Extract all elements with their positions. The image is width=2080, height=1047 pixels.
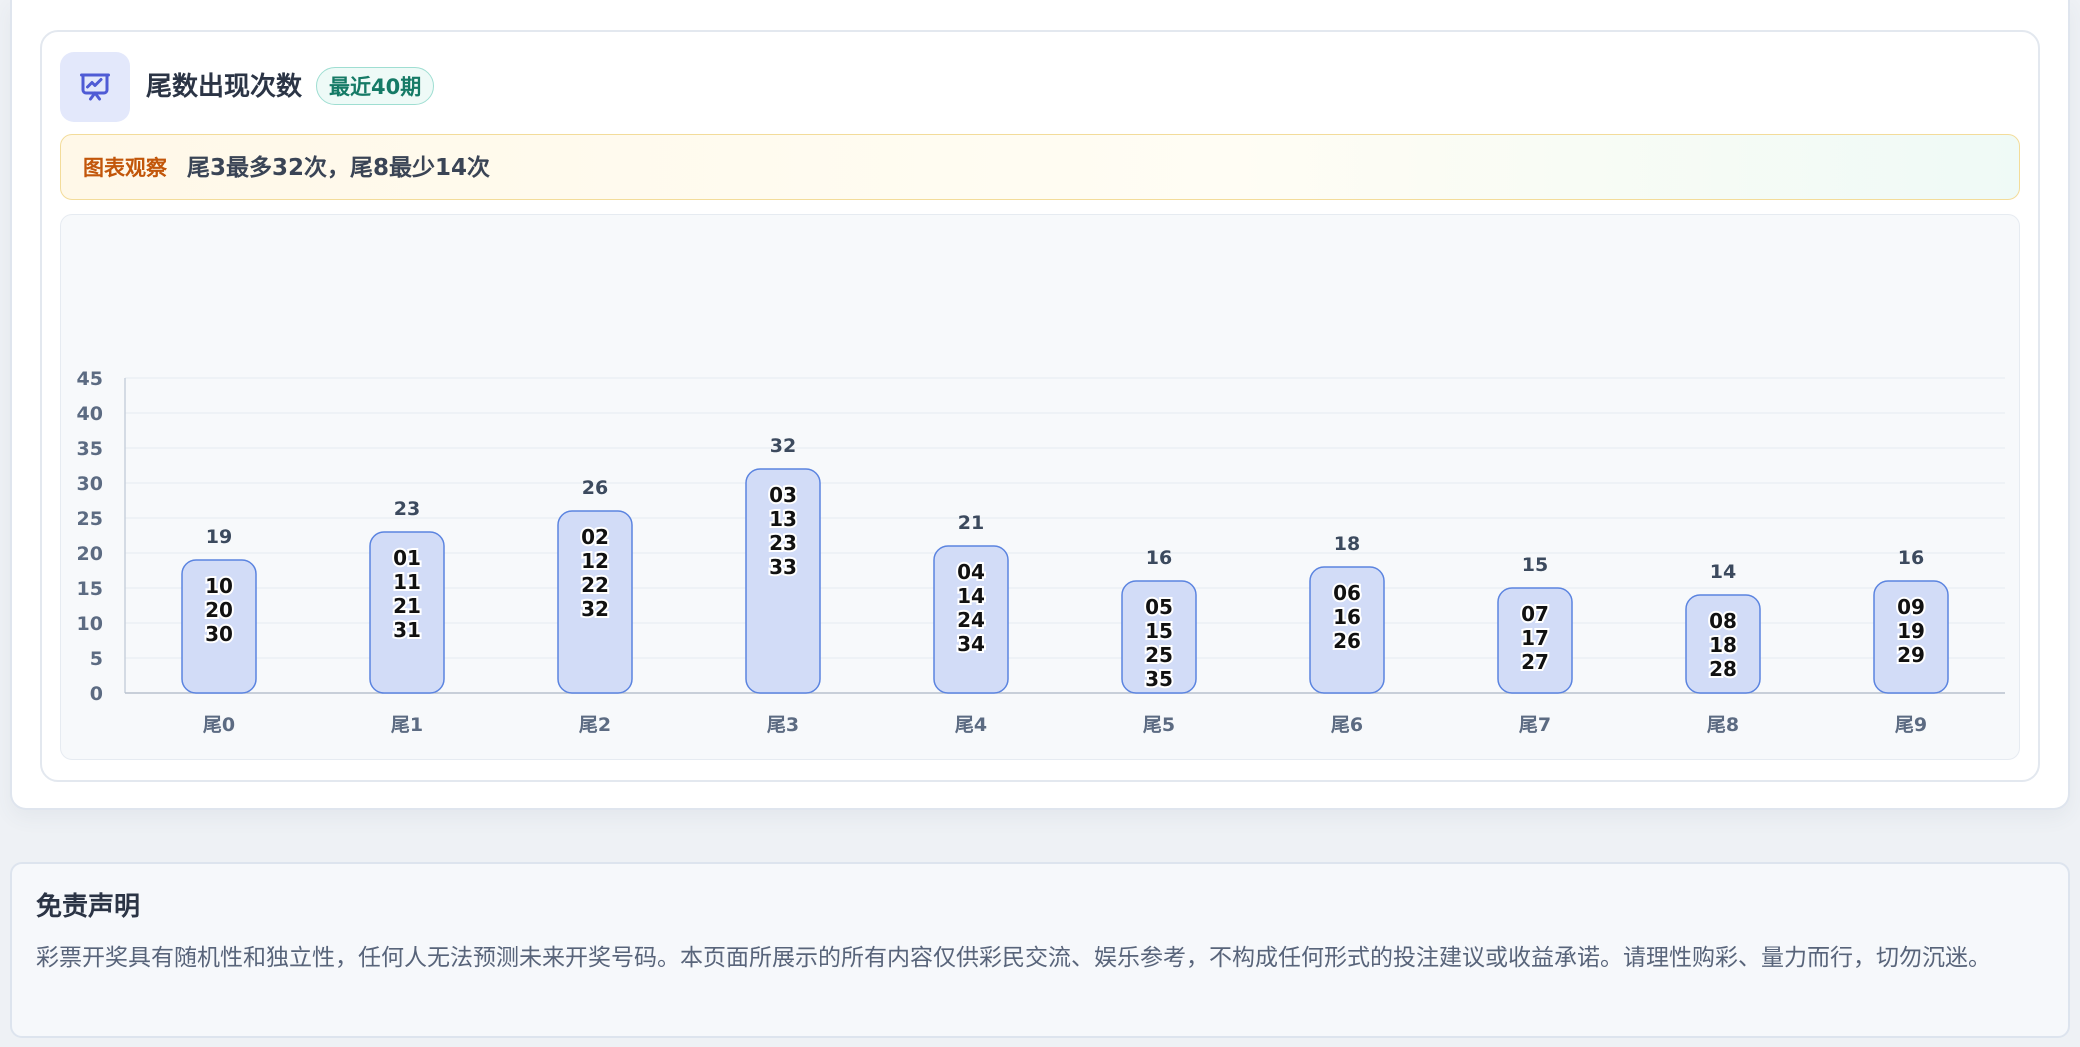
- x-tick-label: 尾0: [203, 714, 235, 736]
- y-tick-label: 15: [77, 578, 103, 600]
- bar-number-label: 24: [957, 608, 985, 632]
- chart-presentation-icon: [60, 52, 130, 122]
- bar-number-label: 23: [769, 531, 797, 555]
- bar-value-label: 14: [1710, 561, 1736, 583]
- bar-number-label: 16: [1333, 605, 1361, 629]
- bar-number-label: 07: [1521, 602, 1549, 626]
- bar-value-label: 26: [582, 477, 608, 499]
- bar-number-label: 32: [581, 597, 609, 621]
- bar-value-label: 15: [1522, 554, 1548, 576]
- x-tick-label: 尾2: [579, 714, 611, 736]
- x-tick-label: 尾7: [1519, 714, 1551, 736]
- disclaimer-text: 彩票开奖具有随机性和独立性，任何人无法预测未来开奖号码。本页面所展示的所有内容仅…: [36, 945, 1991, 971]
- bar-number-label: 34: [957, 632, 985, 656]
- x-tick-label: 尾1: [391, 714, 423, 736]
- bar-value-label: 32: [770, 435, 796, 457]
- bar-number-label: 26: [1333, 629, 1361, 653]
- bar-number-label: 18: [1709, 633, 1737, 657]
- bar-number-label: 27: [1521, 650, 1549, 674]
- bar-value-label: 19: [206, 526, 232, 548]
- y-tick-label: 5: [90, 648, 103, 670]
- bar-value-label: 16: [1898, 547, 1924, 569]
- x-tick-label: 尾3: [767, 714, 799, 736]
- period-badge: 最近40期: [316, 67, 435, 105]
- disclaimer-title: 免责声明: [36, 892, 141, 922]
- bar-number-label: 25: [1145, 643, 1173, 667]
- bar-value-label: 23: [394, 498, 420, 520]
- bar-value-label: 18: [1334, 533, 1360, 555]
- x-tick-label: 尾4: [955, 714, 987, 736]
- insight-tag: 图表观察: [83, 156, 167, 180]
- bar-number-label: 35: [1145, 667, 1173, 691]
- bar-number-label: 21: [393, 594, 421, 618]
- insight-text: 尾3最多32次，尾8最少14次: [187, 155, 491, 181]
- bar-number-label: 12: [581, 549, 609, 573]
- bar-number-label: 19: [1897, 619, 1925, 643]
- insight-banner: 图表观察 尾3最多32次，尾8最少14次: [60, 134, 2020, 200]
- x-tick-label: 尾6: [1331, 714, 1363, 736]
- bar-chart-area: 0 5 10 15 20 25 30 35 40 45 19 尾0 10 20 30 23 尾1 01 11 21 31…: [60, 214, 2020, 760]
- x-tick-label: 尾8: [1707, 714, 1739, 736]
- bar-number-label: 14: [957, 584, 985, 608]
- bar-number-label: 33: [769, 555, 797, 579]
- bar-number-label: 29: [1897, 643, 1925, 667]
- bar-number-label: 02: [581, 525, 609, 549]
- bar-number-label: 28: [1709, 657, 1737, 681]
- bar-number-label: 20: [205, 598, 233, 622]
- bar-number-label: 06: [1333, 581, 1361, 605]
- x-tick-label: 尾5: [1143, 714, 1175, 736]
- y-tick-label: 10: [77, 613, 103, 635]
- bar-number-label: 08: [1709, 609, 1737, 633]
- bar-chart: 05101520253035404519尾010203023尾101112131…: [77, 368, 2005, 736]
- bar-number-label: 22: [581, 573, 609, 597]
- y-tick-label: 40: [77, 403, 103, 425]
- bar-number-label: 17: [1521, 626, 1549, 650]
- bar-number-label: 13: [769, 507, 797, 531]
- bar-number-label: 31: [393, 618, 421, 642]
- bar-value-label: 21: [958, 512, 984, 534]
- bar-number-label: 04: [957, 560, 985, 584]
- bar-number-label: 15: [1145, 619, 1173, 643]
- y-tick-label: 20: [77, 543, 103, 565]
- y-tick-label: 45: [77, 368, 103, 390]
- disclaimer-box: 免责声明 彩票开奖具有随机性和独立性，任何人无法预测未来开奖号码。本页面所展示的…: [10, 862, 2070, 1038]
- bar-number-label: 11: [393, 570, 421, 594]
- y-tick-label: 30: [77, 473, 103, 495]
- bar-number-label: 03: [769, 483, 797, 507]
- y-tick-label: 0: [90, 683, 103, 705]
- chart-title: 尾数出现次数: [146, 72, 303, 102]
- y-tick-label: 25: [77, 508, 103, 530]
- x-tick-label: 尾9: [1895, 714, 1927, 736]
- bar-number-label: 01: [393, 546, 421, 570]
- bar-number-label: 10: [205, 574, 233, 598]
- bar-number-label: 30: [205, 622, 233, 646]
- bar-value-label: 16: [1146, 547, 1172, 569]
- bar-number-label: 09: [1897, 595, 1925, 619]
- bar-number-label: 05: [1145, 595, 1173, 619]
- y-tick-label: 35: [77, 438, 103, 460]
